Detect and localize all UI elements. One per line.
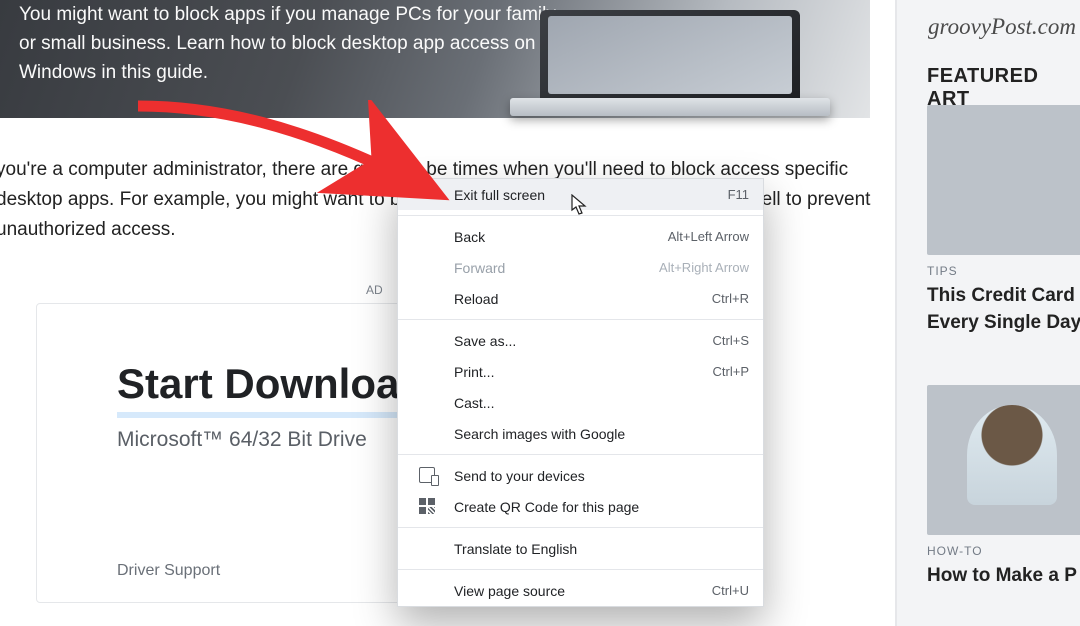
context-menu-item-label: Print...	[454, 364, 713, 380]
context-menu-item-translate-to-english[interactable]: Translate to English	[398, 533, 763, 564]
sidebar: groovyPost.com FEATURED ART TIPS This Cr…	[895, 0, 1080, 626]
featured-card-1-title: This Credit Card Every Single Day	[927, 282, 1080, 336]
context-menu-divider	[398, 454, 763, 455]
featured-card-1-image	[927, 105, 1080, 255]
context-menu-item-send-to-your-devices[interactable]: Send to your devices	[398, 460, 763, 491]
context-menu-item-label: Cast...	[454, 395, 749, 411]
context-menu-item-shortcut: Ctrl+S	[713, 333, 749, 348]
context-menu-item-shortcut: F11	[728, 187, 749, 202]
hero-banner: You might want to block apps if you mana…	[0, 0, 870, 118]
context-menu-item-shortcut: Ctrl+P	[713, 364, 749, 379]
context-menu-item-label: Create QR Code for this page	[454, 499, 749, 515]
context-menu[interactable]: Exit full screenF11BackAlt+Left ArrowFor…	[397, 178, 764, 607]
context-menu-item-view-page-source[interactable]: View page sourceCtrl+U	[398, 575, 763, 606]
featured-card-2-image	[927, 385, 1080, 535]
context-menu-divider	[398, 527, 763, 528]
context-menu-item-shortcut: Ctrl+R	[712, 291, 749, 306]
context-menu-item-print[interactable]: Print...Ctrl+P	[398, 356, 763, 387]
context-menu-item-reload[interactable]: ReloadCtrl+R	[398, 283, 763, 314]
ad-headline: Start Downloa	[117, 360, 399, 418]
ad-source: Driver Support	[117, 562, 220, 580]
context-menu-divider	[398, 569, 763, 570]
context-menu-item-create-qr-code-for-this-page[interactable]: Create QR Code for this page	[398, 491, 763, 522]
hero-laptop-image	[490, 6, 850, 118]
site-brand[interactable]: groovyPost.com	[928, 14, 1076, 40]
context-menu-divider	[398, 319, 763, 320]
featured-card-1-category: TIPS	[927, 264, 1080, 278]
context-menu-divider	[398, 215, 763, 216]
context-menu-item-label: Search images with Google	[454, 426, 749, 442]
context-menu-item-label: Translate to English	[454, 541, 749, 557]
context-menu-item-label: Save as...	[454, 333, 713, 349]
context-menu-item-back[interactable]: BackAlt+Left Arrow	[398, 221, 763, 252]
context-menu-item-label: Send to your devices	[454, 468, 749, 484]
hero-text: You might want to block apps if you mana…	[19, 0, 559, 87]
devices-icon	[419, 467, 435, 483]
context-menu-item-label: Back	[454, 229, 668, 245]
context-menu-item-cast[interactable]: Cast...	[398, 387, 763, 418]
qr-icon	[419, 498, 435, 514]
featured-card-1[interactable]: TIPS This Credit Card Every Single Day	[927, 105, 1080, 336]
context-menu-item-shortcut: Alt+Left Arrow	[668, 229, 749, 244]
ad-subtitle: Microsoft™ 64/32 Bit Drive	[117, 428, 367, 452]
context-menu-item-forward: ForwardAlt+Right Arrow	[398, 252, 763, 283]
featured-card-2[interactable]: HOW-TO How to Make a P	[927, 385, 1080, 589]
context-menu-item-shortcut: Alt+Right Arrow	[659, 260, 749, 275]
context-menu-item-save-as[interactable]: Save as...Ctrl+S	[398, 325, 763, 356]
context-menu-item-label: Reload	[454, 291, 712, 307]
ad-label: AD	[366, 283, 383, 297]
context-menu-item-exit-full-screen[interactable]: Exit full screenF11	[398, 179, 763, 210]
featured-card-2-category: HOW-TO	[927, 544, 1080, 558]
context-menu-item-search-images-with-google[interactable]: Search images with Google	[398, 418, 763, 449]
context-menu-item-shortcut: Ctrl+U	[712, 583, 749, 598]
context-menu-item-label: View page source	[454, 583, 712, 599]
context-menu-item-label: Forward	[454, 260, 659, 276]
featured-card-2-title: How to Make a P	[927, 562, 1080, 589]
context-menu-item-label: Exit full screen	[454, 187, 728, 203]
